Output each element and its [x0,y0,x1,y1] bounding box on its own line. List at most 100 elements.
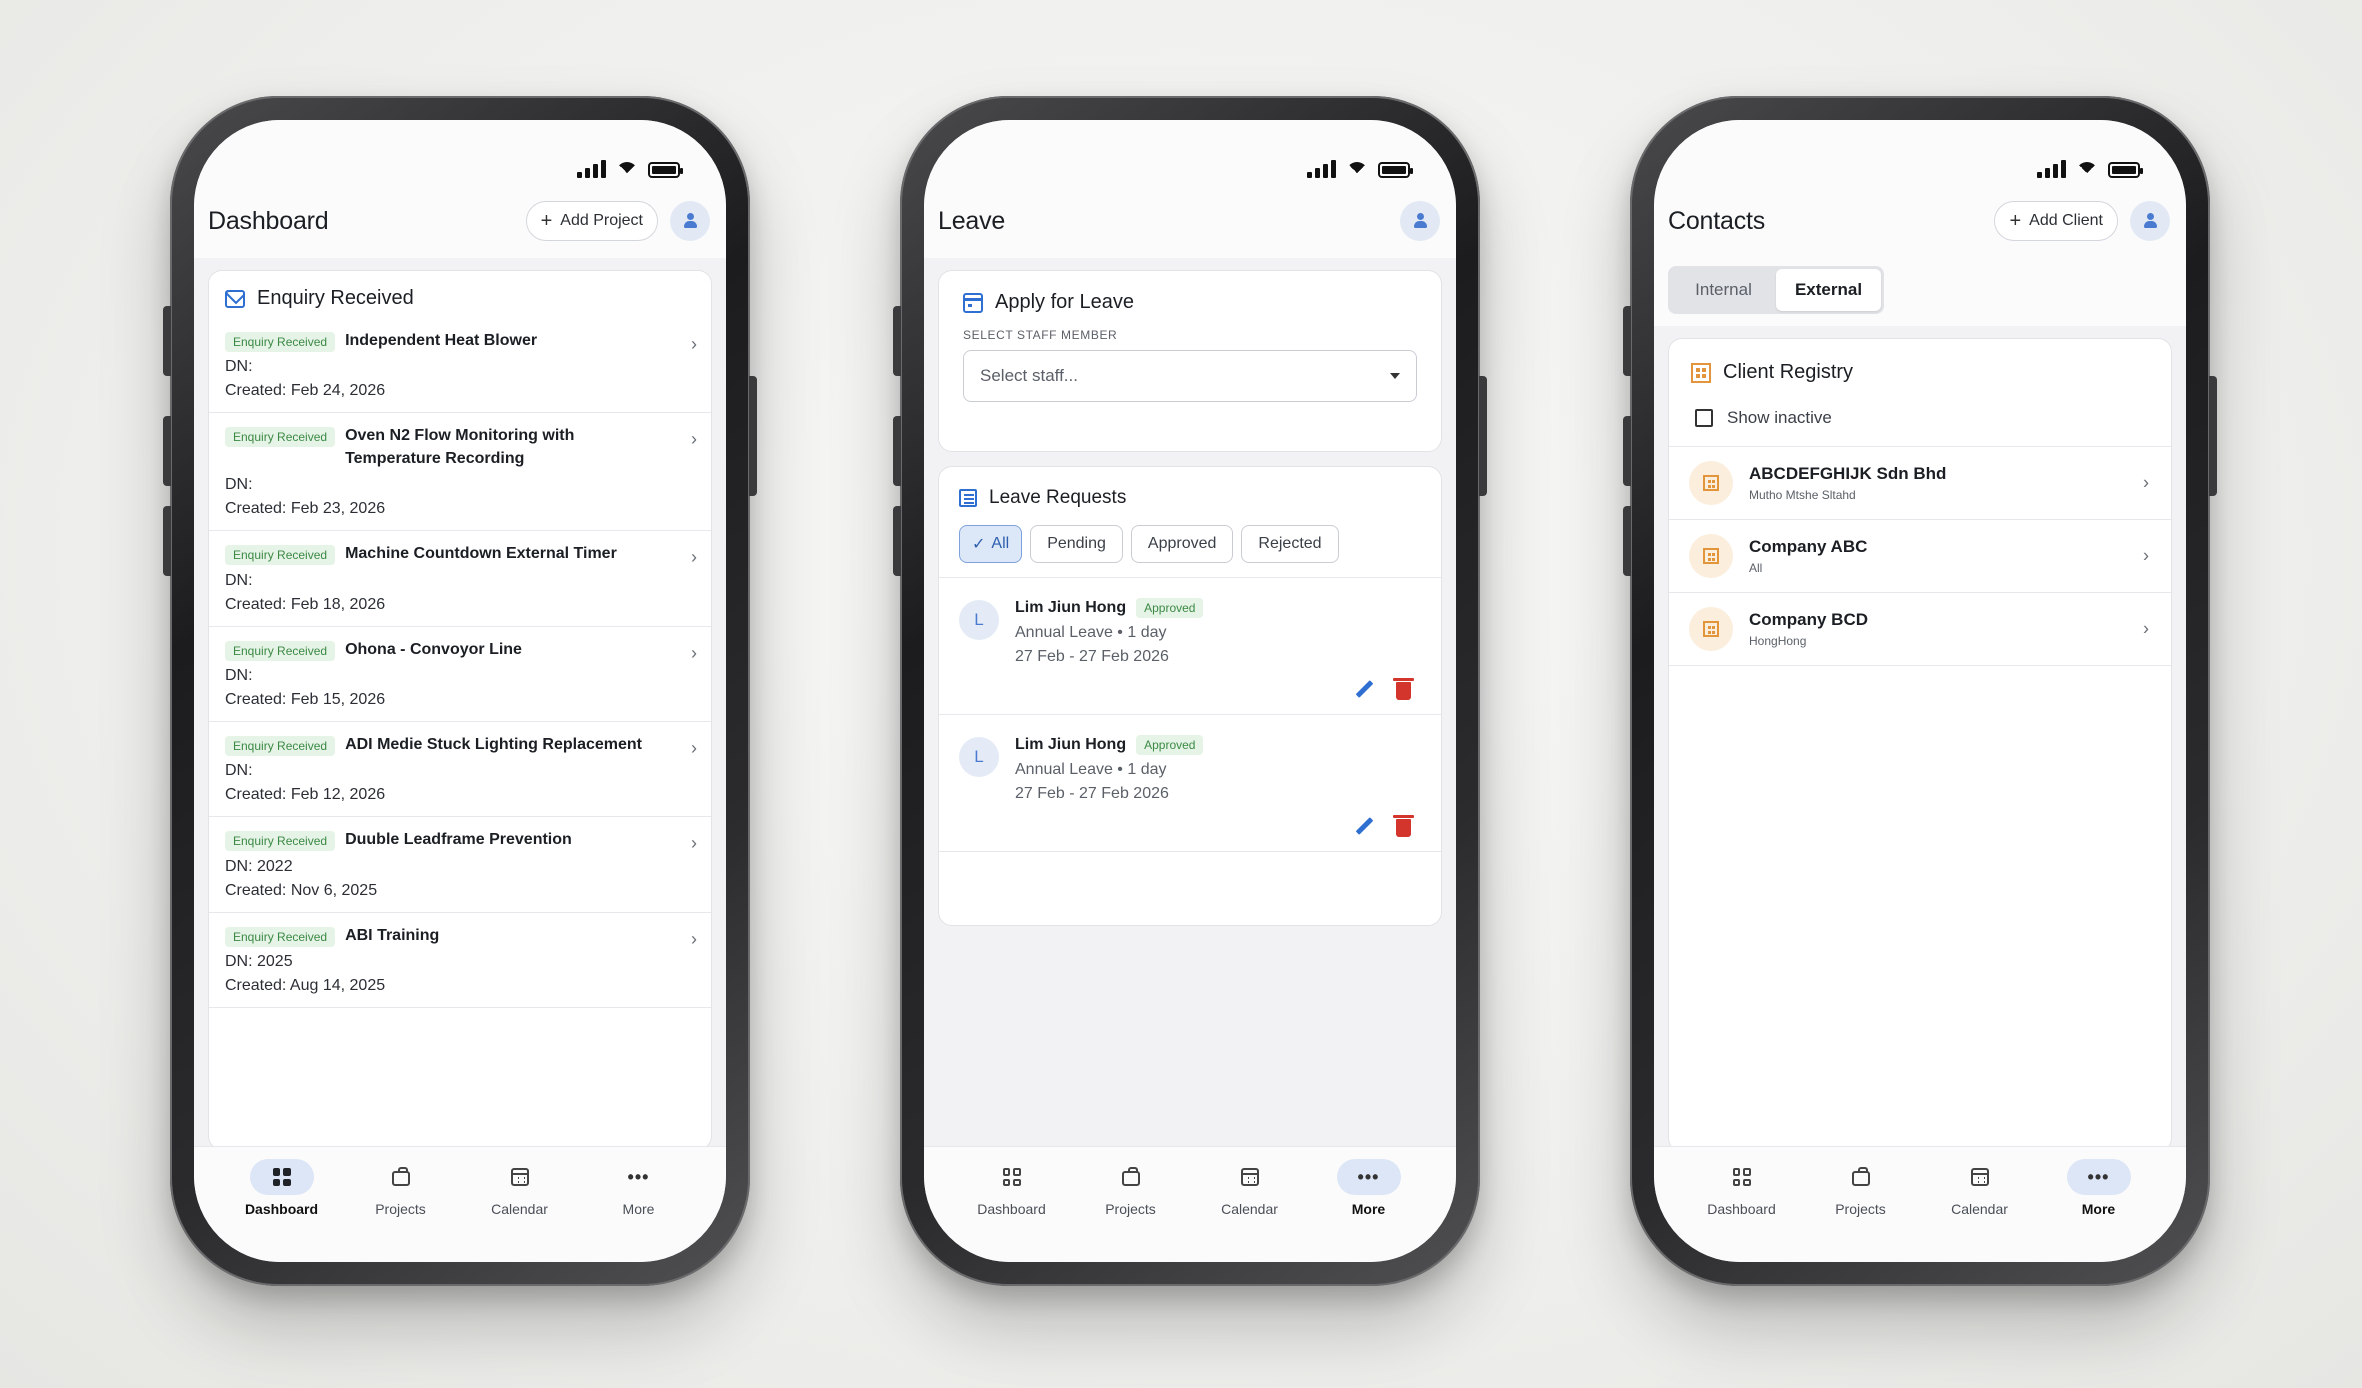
nav-more-label: More [622,1201,655,1217]
profile-button[interactable] [670,201,710,241]
status-badge: Enquiry Received [225,831,336,852]
dashboard-screen: Dashboard + Add Project Enquiry Received… [194,120,726,1262]
add-project-button[interactable]: + Add Project [525,201,658,241]
enquiry-dn: DN: [225,666,253,684]
bottom-nav: Dashboard Projects Calendar ••• More [1654,1146,2186,1262]
nav-dashboard-pill [980,1159,1044,1195]
chevron-right-icon: › [691,928,697,949]
leave-content: Apply for Leave SELECT STAFF MEMBER Sele… [924,258,1456,1146]
nav-calendar[interactable]: Calendar [1935,1159,2025,1217]
show-inactive-checkbox[interactable] [1695,409,1713,427]
chevron-right-icon: › [2143,545,2149,566]
leave-request-list: L Lim Jiun Hong Approved Annual Leave • 1 d… [939,578,1441,852]
nav-dashboard-pill [249,1159,314,1195]
delete-icon[interactable] [1393,678,1414,700]
add-client-button[interactable]: + Add Client [1994,201,2118,241]
staff-select[interactable]: Select staff... [963,350,1417,402]
page-title: Dashboard [208,206,329,235]
nav-dashboard[interactable]: Dashboard [1697,1159,1787,1217]
enquiry-item[interactable]: Enquiry Received ABI Training DN: 2025 Crea… [209,913,711,1009]
nav-calendar[interactable]: Calendar [1205,1159,1295,1217]
nav-projects-pill [369,1159,433,1195]
status-badge: Enquiry Received [225,640,336,661]
enquiry-dn: DN: [225,358,253,376]
enquiry-item[interactable]: Enquiry Received Machine Countdown Extern… [209,531,711,627]
enquiry-name: Ohona - Convoyor Line [345,640,522,658]
briefcase-icon [1851,1167,1870,1186]
nav-projects-pill [1829,1159,1893,1195]
enquiry-item[interactable]: Enquiry Received Ohona - Convoyor Line DN:… [209,627,711,722]
signal-icon [577,160,606,178]
nav-calendar[interactable]: Calendar [475,1159,565,1217]
staff-field-label: SELECT STAFF MEMBER [963,328,1118,342]
nav-projects[interactable]: Projects [1086,1159,1176,1217]
nav-more[interactable]: ••• More [594,1159,684,1217]
card-header: Leave Requests [939,467,1441,521]
enquiry-created: Created: Feb 18, 2026 [225,595,386,613]
client-list-item[interactable]: Company BCD HongHong › [1669,593,2171,666]
filter-approved[interactable]: Approved [1130,525,1234,563]
dashboard-icon [1732,1168,1751,1186]
enquiry-item[interactable]: Enquiry Received ADI Medie Stuck Lighting… [209,722,711,818]
enquiry-item[interactable]: Enquiry Received Independent Heat Blower D… [209,318,711,414]
edit-icon[interactable] [1354,680,1374,700]
filter-rejected[interactable]: Rejected [1241,525,1339,563]
enquiry-item[interactable]: Enquiry Received Oven N2 Flow Monitoring … [209,413,711,532]
profile-button[interactable] [1400,201,1440,241]
enquiry-name: Duuble Leadframe Prevention [345,831,572,849]
client-avatar [1689,534,1733,578]
leave-name-line: Lim Jiun Hong Approved [1015,598,1204,618]
tab-internal[interactable]: Internal [1671,269,1776,311]
enquiry-name: Independent Heat Blower [345,332,538,349]
client-name: Company ABC [1749,537,1868,556]
filter-pending-label: Pending [1047,535,1106,552]
filter-pending[interactable]: Pending [1030,525,1123,563]
leave-type: Annual Leave • 1 day [1015,624,1167,641]
nav-more[interactable]: ••• More [1324,1159,1414,1217]
profile-button[interactable] [2130,201,2170,241]
page-title: Contacts [1668,206,1766,235]
status-badge: Enquiry Received [225,427,336,448]
leave-actions [959,678,1421,700]
bottom-nav: Dashboard Projects Calendar ••• More [194,1146,726,1262]
nav-calendar-label: Calendar [491,1201,548,1217]
wifi-icon [616,160,638,178]
chevron-right-icon: › [691,737,697,758]
leave-requests-title: Leave Requests [989,487,1127,508]
nav-more-pill: ••• [2066,1159,2131,1195]
nav-more[interactable]: ••• More [2054,1159,2144,1217]
tab-bar-container: Internal External [1654,258,2186,326]
nav-projects[interactable]: Projects [356,1159,446,1217]
edit-icon[interactable] [1354,817,1374,837]
client-name: ABCDEFGHIJK Sdn Bhd [1749,464,1947,483]
client-registry-title: Client Registry [1723,361,1854,383]
chevron-right-icon: › [691,547,697,568]
chevron-right-icon: › [691,642,697,663]
client-subtitle: Mutho Mtshe Sltahd [1749,488,1856,502]
nav-dashboard[interactable]: Dashboard [237,1159,327,1217]
filter-all[interactable]: ✓ All [959,525,1023,563]
show-inactive-row[interactable]: Show inactive [1669,398,2171,447]
person-icon [683,213,697,229]
nav-projects[interactable]: Projects [1816,1159,1906,1217]
client-registry-card: Client Registry Show inactive ABCDEFGHIJ… [1668,338,2172,1146]
enquiry-item-top: Enquiry Received Oven N2 Flow Monitoring … [225,425,697,470]
contacts-screen: Contacts + Add Client Internal External … [1654,120,2186,1262]
delete-icon[interactable] [1393,815,1414,837]
client-list-item[interactable]: ABCDEFGHIJK Sdn Bhd Mutho Mtshe Sltahd › [1669,447,2171,520]
staff-select-placeholder: Select staff... [980,366,1078,385]
signal-icon [2037,160,2066,178]
filter-rejected-label: Rejected [1258,535,1322,552]
nav-dashboard[interactable]: Dashboard [967,1159,1057,1217]
building-icon [1703,475,1719,491]
client-info: ABCDEFGHIJK Sdn Bhd Mutho Mtshe Sltahd [1749,464,1946,502]
enquiry-dn: DN: [225,571,253,589]
client-list-item[interactable]: Company ABC All › [1669,520,2171,593]
enquiry-item-top: Enquiry Received Independent Heat Blower [225,330,697,352]
enquiry-item[interactable]: Enquiry Received Duuble Leadframe Prevent… [209,817,711,913]
filter-chips: ✓ All Pending Approved Rejected [939,521,1441,578]
calendar-icon [963,292,983,313]
tab-external[interactable]: External [1776,269,1881,311]
briefcase-icon [391,1167,410,1186]
status-badge: Enquiry Received [225,545,336,566]
